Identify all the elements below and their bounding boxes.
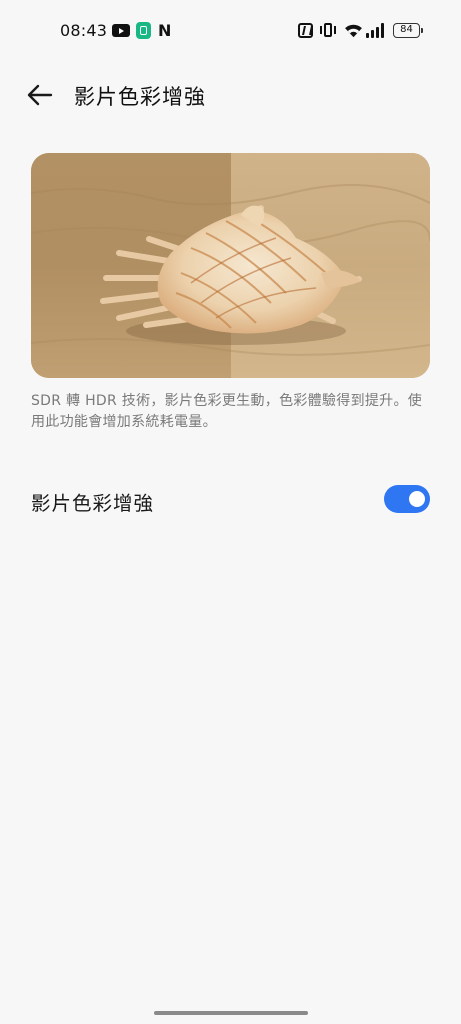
screen: 08:43 N 84 影片色彩增強 SDR 轉 HDR 技術，影片色彩更生動，色…	[0, 0, 461, 1024]
nfc-icon	[298, 23, 313, 38]
battery-icon: 84	[393, 23, 423, 38]
back-button[interactable]	[22, 78, 58, 112]
app-notification-icon	[136, 22, 151, 39]
page-title: 影片色彩增強	[74, 85, 206, 109]
home-indicator[interactable]	[154, 1011, 308, 1015]
n-notification-icon: N	[158, 21, 172, 40]
header: 影片色彩增強	[0, 70, 461, 120]
toggle-knob	[409, 491, 425, 507]
preview-image	[31, 153, 430, 378]
status-time: 08:43	[60, 21, 108, 40]
signal-icon	[366, 22, 386, 38]
vibrate-icon	[320, 22, 336, 39]
feature-description: SDR 轉 HDR 技術，影片色彩更生動，色彩體驗得到提升。使用此功能會增加系統…	[31, 393, 423, 430]
video-color-enhance-toggle[interactable]	[384, 485, 430, 513]
youtube-icon	[112, 24, 130, 37]
setting-row-video-color-enhance[interactable]: 影片色彩增強	[0, 470, 461, 530]
status-bar: 08:43 N 84	[0, 0, 461, 62]
wifi-icon	[345, 24, 362, 38]
back-arrow-icon	[27, 84, 53, 106]
seashell-illustration	[31, 153, 430, 378]
setting-label: 影片色彩增強	[31, 492, 155, 515]
